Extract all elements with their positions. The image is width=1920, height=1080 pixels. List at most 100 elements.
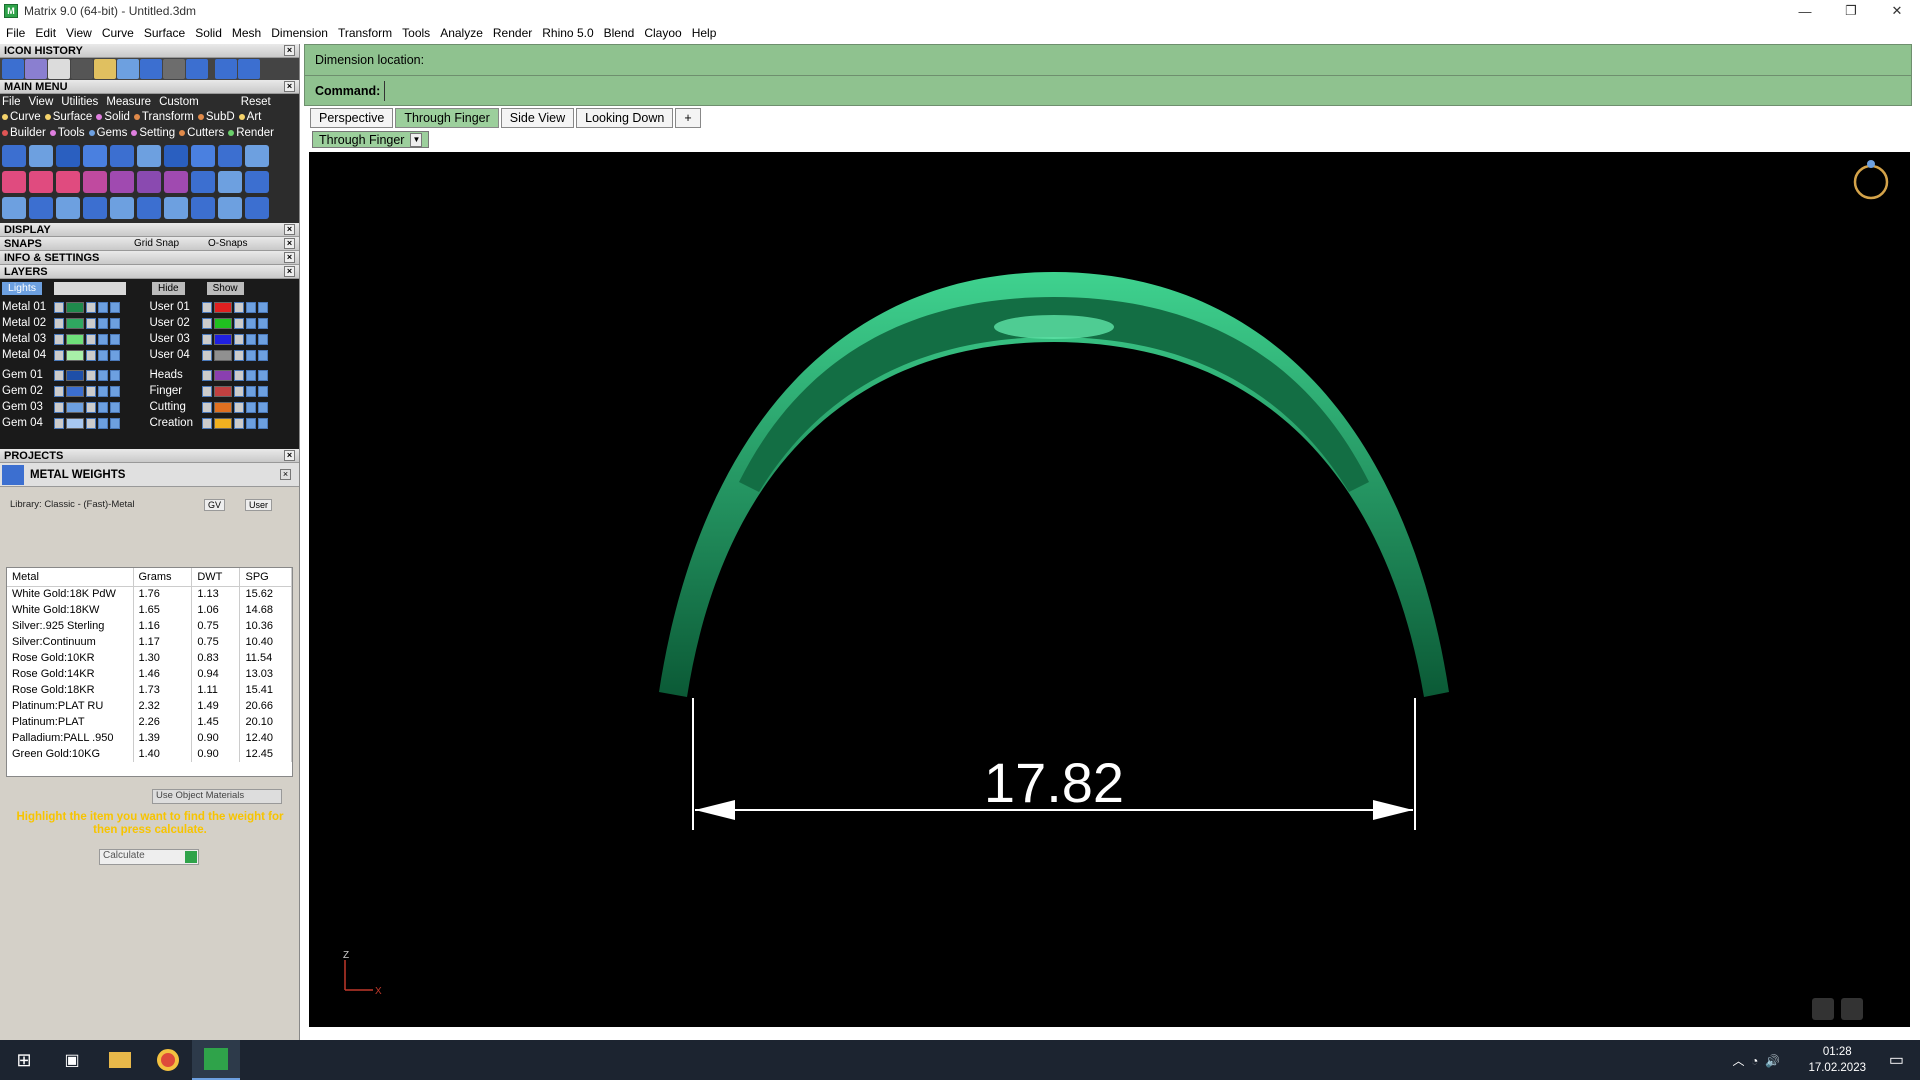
tool-icon[interactable] bbox=[56, 171, 80, 193]
mm-tab-setting[interactable]: Setting bbox=[131, 125, 175, 141]
tool-icon[interactable] bbox=[56, 145, 80, 167]
rotate-view-button[interactable] bbox=[1841, 998, 1863, 1020]
history-tool-icon[interactable] bbox=[140, 59, 162, 79]
layer-arrow-icon[interactable] bbox=[201, 301, 212, 313]
tool-icon[interactable] bbox=[191, 197, 215, 219]
table-header[interactable]: Grams bbox=[133, 568, 193, 587]
layer-arrow-icon[interactable] bbox=[201, 385, 212, 397]
mm-tab-transform[interactable]: Transform bbox=[133, 109, 194, 125]
history-tool-icon[interactable] bbox=[94, 59, 116, 79]
mm-measure[interactable]: Measure bbox=[106, 96, 151, 108]
layer-visible-toggle[interactable] bbox=[98, 301, 108, 313]
tool-icon[interactable] bbox=[191, 145, 215, 167]
layer-current-toggle[interactable] bbox=[110, 349, 120, 361]
tool-icon[interactable] bbox=[245, 145, 269, 167]
close-icon[interactable]: × bbox=[284, 224, 295, 235]
layer-color-swatch[interactable] bbox=[213, 333, 232, 345]
layer-item[interactable]: User 01 bbox=[150, 301, 298, 313]
layer-current-toggle[interactable] bbox=[257, 385, 268, 397]
layer-current-toggle[interactable] bbox=[257, 401, 268, 413]
layer-item[interactable]: Gem 03 bbox=[2, 401, 150, 413]
menu-view[interactable]: View bbox=[66, 26, 92, 40]
close-icon[interactable]: × bbox=[284, 81, 295, 92]
layer-item[interactable]: Cutting bbox=[150, 401, 298, 413]
lock-icon[interactable] bbox=[86, 401, 96, 413]
microphone-button[interactable] bbox=[1812, 998, 1834, 1020]
show-button[interactable]: Show bbox=[206, 281, 244, 295]
tab-through-finger[interactable]: Through Finger bbox=[395, 108, 499, 128]
mm-tab-gems[interactable]: Gems bbox=[88, 125, 127, 141]
table-row[interactable]: White Gold:18K PdW 1.76 1.13 15.62 bbox=[7, 586, 292, 602]
layer-item[interactable]: Gem 02 bbox=[2, 385, 150, 397]
mm-tab-builder[interactable]: Builder bbox=[2, 125, 46, 141]
lights-layer[interactable]: Lights bbox=[2, 281, 43, 295]
layers-expand[interactable] bbox=[0, 433, 299, 449]
layer-visible-toggle[interactable] bbox=[245, 333, 256, 345]
layer-arrow-icon[interactable] bbox=[54, 301, 64, 313]
menu-surface[interactable]: Surface bbox=[144, 26, 185, 40]
layer-visible-toggle[interactable] bbox=[245, 369, 256, 381]
tool-icon[interactable] bbox=[137, 145, 161, 167]
layer-item[interactable]: User 02 bbox=[150, 317, 298, 329]
close-icon[interactable]: × bbox=[284, 45, 295, 56]
layer-color-swatch[interactable] bbox=[213, 317, 232, 329]
layer-current-toggle[interactable] bbox=[110, 317, 120, 329]
layer-current-toggle[interactable] bbox=[110, 417, 120, 429]
layer-current-toggle[interactable] bbox=[110, 301, 120, 313]
menu-edit[interactable]: Edit bbox=[35, 26, 56, 40]
chrome-app[interactable] bbox=[144, 1040, 192, 1080]
menu-dimension[interactable]: Dimension bbox=[271, 26, 328, 40]
tool-icon[interactable] bbox=[245, 197, 269, 219]
lock-icon[interactable] bbox=[86, 333, 96, 345]
mm-utilities[interactable]: Utilities bbox=[61, 96, 98, 108]
tool-icon[interactable] bbox=[29, 197, 53, 219]
close-icon[interactable]: × bbox=[284, 238, 295, 249]
tool-icon[interactable] bbox=[245, 171, 269, 193]
table-row[interactable]: Platinum:PLAT 2.26 1.45 20.10 bbox=[7, 714, 292, 730]
matrix-app[interactable] bbox=[192, 1040, 240, 1080]
layer-visible-toggle[interactable] bbox=[245, 401, 256, 413]
layer-current-toggle[interactable] bbox=[257, 317, 268, 329]
layer-current-toggle[interactable] bbox=[257, 333, 268, 345]
layer-arrow-icon[interactable] bbox=[54, 333, 64, 345]
notifications-icon[interactable]: ▭ bbox=[1889, 1050, 1904, 1070]
history-forward-icon[interactable] bbox=[238, 59, 260, 79]
history-back-icon[interactable] bbox=[215, 59, 237, 79]
history-tool-icon[interactable] bbox=[48, 59, 70, 79]
menu-solid[interactable]: Solid bbox=[195, 26, 222, 40]
close-icon[interactable]: × bbox=[284, 252, 295, 263]
tab-looking-down[interactable]: Looking Down bbox=[576, 108, 674, 128]
info-settings-header[interactable]: INFO & SETTINGS × bbox=[0, 251, 299, 265]
layer-arrow-icon[interactable] bbox=[201, 317, 212, 329]
mm-reset[interactable]: Reset bbox=[241, 96, 271, 108]
table-row[interactable]: Rose Gold:10KR 1.30 0.83 11.54 bbox=[7, 650, 292, 666]
menu-curve[interactable]: Curve bbox=[102, 26, 134, 40]
mm-view[interactable]: View bbox=[29, 96, 54, 108]
history-tool-icon[interactable] bbox=[2, 59, 24, 79]
lock-icon[interactable] bbox=[86, 417, 96, 429]
layer-visible-toggle[interactable] bbox=[245, 317, 256, 329]
projects-header[interactable]: PROJECTS × bbox=[0, 449, 299, 463]
layer-current-toggle[interactable] bbox=[257, 369, 268, 381]
layer-color-swatch[interactable] bbox=[213, 301, 232, 313]
lock-icon[interactable] bbox=[233, 401, 244, 413]
layer-arrow-icon[interactable] bbox=[201, 417, 212, 429]
close-icon[interactable]: × bbox=[284, 266, 295, 277]
mm-tab-art[interactable]: Art bbox=[238, 109, 261, 125]
mm-file[interactable]: File bbox=[2, 96, 21, 108]
tray-icons[interactable]: ︿ ◔ 🔊 bbox=[1732, 1052, 1780, 1069]
history-tool-icon[interactable] bbox=[163, 59, 185, 79]
table-row[interactable]: Silver:Continuum 1.17 0.75 10.40 bbox=[7, 634, 292, 650]
history-tool-icon[interactable] bbox=[117, 59, 139, 79]
layer-item[interactable]: Metal 04 bbox=[2, 349, 150, 361]
main-menu-header[interactable]: MAIN MENU × bbox=[0, 80, 299, 94]
table-header[interactable]: DWT bbox=[191, 568, 241, 587]
tool-icon[interactable] bbox=[29, 171, 53, 193]
history-tool-icon[interactable] bbox=[25, 59, 47, 79]
gv-toggle[interactable]: GV bbox=[204, 499, 226, 511]
icon-history-header[interactable]: ICON HISTORY × bbox=[0, 44, 299, 58]
layer-visible-toggle[interactable] bbox=[98, 417, 108, 429]
tool-icon[interactable] bbox=[56, 197, 80, 219]
tool-icon[interactable] bbox=[137, 197, 161, 219]
tool-icon[interactable] bbox=[191, 171, 215, 193]
